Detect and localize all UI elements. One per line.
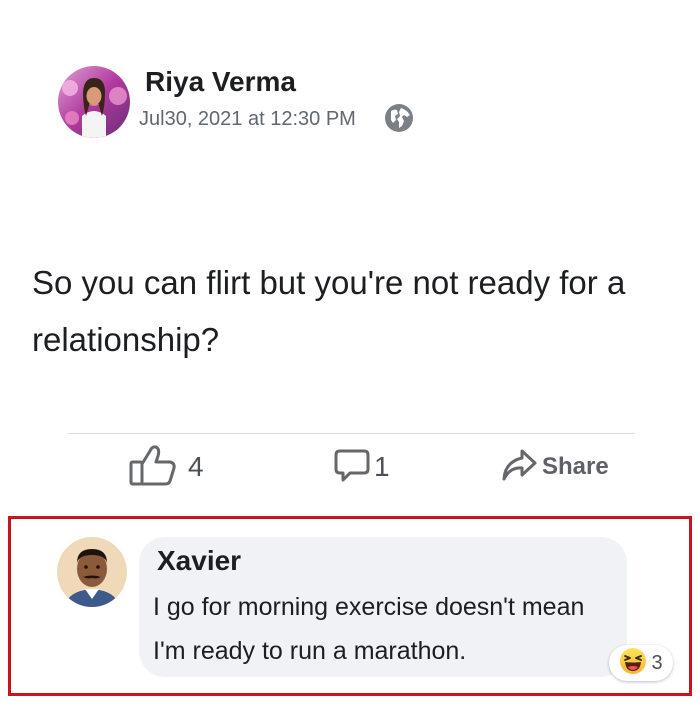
reaction-count: 3 (651, 651, 663, 674)
post-text: So you can flirt but you're not ready fo… (32, 264, 626, 358)
globe-icon (383, 102, 415, 134)
share-label: Share (542, 453, 609, 480)
comment-bubble-icon (332, 445, 372, 490)
author-avatar[interactable] (58, 66, 130, 138)
comment-bubble: Xavier I go for morning exercise doesn't… (139, 537, 627, 677)
highlighted-comment: Xavier I go for morning exercise doesn't… (8, 516, 692, 696)
comment-count: 1 (374, 451, 390, 482)
share-button[interactable]: Share (500, 442, 609, 492)
divider (68, 433, 635, 434)
thumbs-up-icon (128, 443, 178, 492)
share-arrow-icon (500, 447, 538, 488)
like-count: 4 (188, 451, 204, 482)
commenter-avatar[interactable] (57, 537, 127, 607)
comment-reactions[interactable]: 3 (609, 645, 673, 681)
comment-button[interactable]: 1 (332, 442, 390, 492)
like-button[interactable]: 4 (128, 442, 204, 492)
author-name[interactable]: Riya Verma (145, 66, 296, 98)
post-header: Riya Verma Jul30, 2021 at 12:30 PM (58, 66, 478, 138)
comment-text: I go for morning exercise doesn't mean I… (153, 593, 585, 665)
laughing-emoji-icon (619, 647, 647, 680)
post-timestamp[interactable]: Jul30, 2021 at 12:30 PM (139, 108, 356, 131)
commenter-name[interactable]: Xavier (157, 545, 241, 577)
